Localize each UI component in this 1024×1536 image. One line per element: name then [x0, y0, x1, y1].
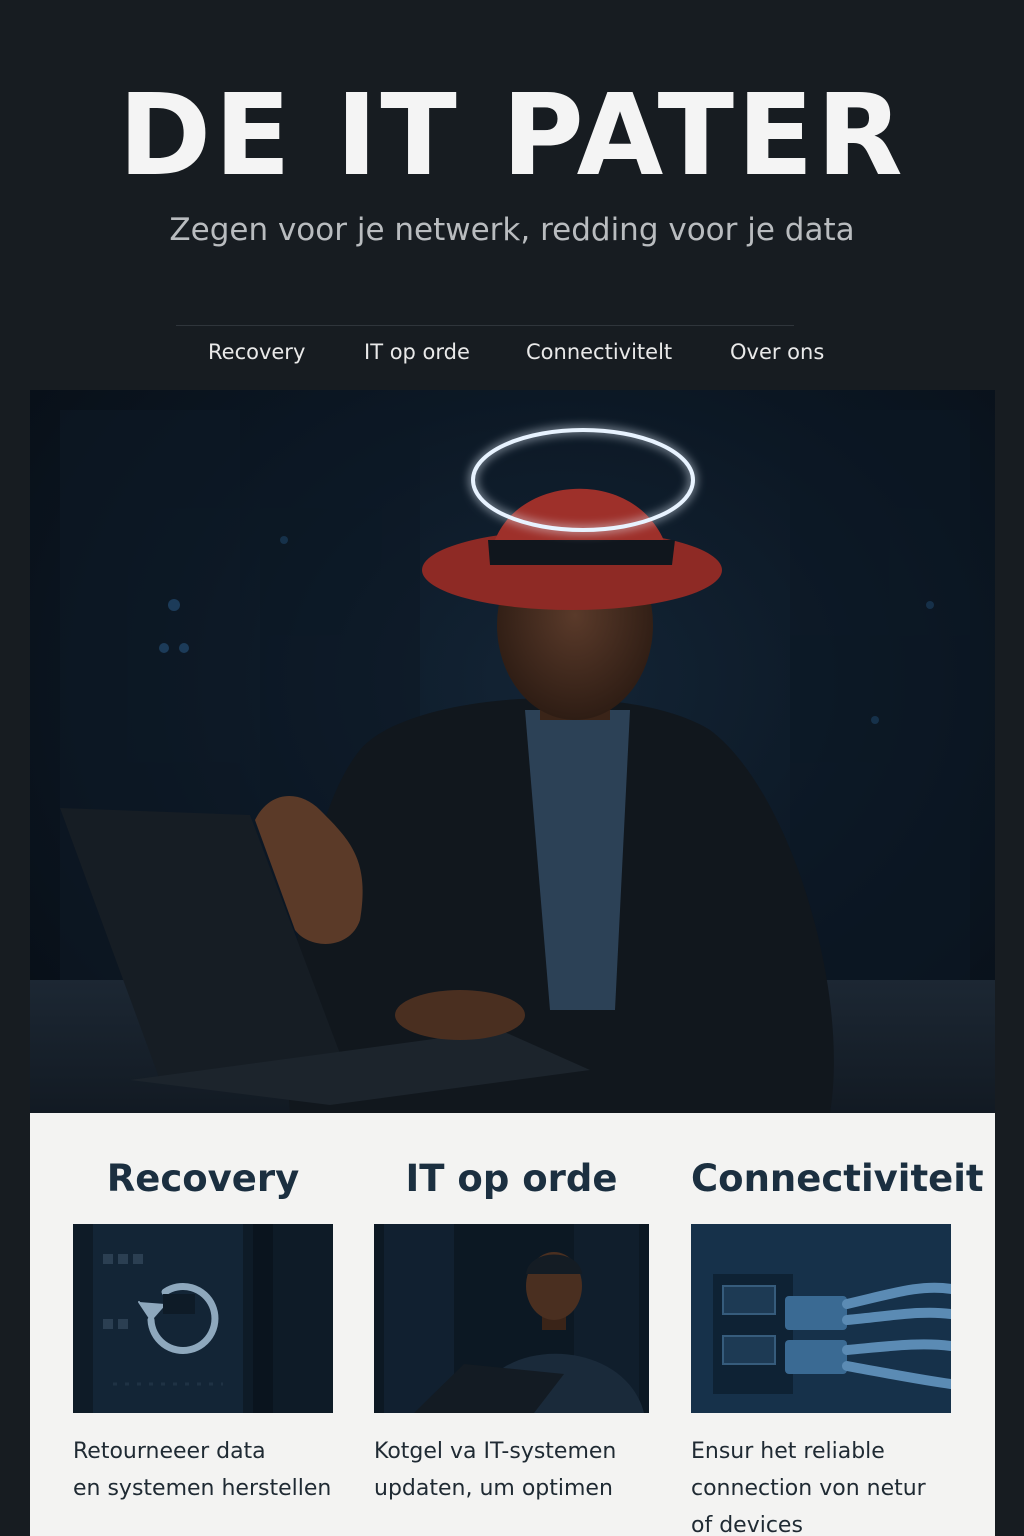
nav-item-connectiviteit[interactable]: Connectivitelt: [526, 340, 672, 364]
service-image-recovery: [73, 1224, 333, 1413]
service-image-connectiviteit: [691, 1224, 951, 1413]
nav-item-it-op-orde[interactable]: IT op orde: [364, 340, 470, 364]
service-title-connectiviteit: Connectiviteit: [691, 1157, 984, 1200]
nav-item-over-ons[interactable]: Over ons: [730, 340, 824, 364]
service-image-it-op-orde: [374, 1224, 649, 1413]
service-desc-recovery: Retourneeer data en systemen herstellen: [73, 1439, 332, 1501]
service-title-recovery: Recovery: [106, 1157, 300, 1200]
hero-image: [30, 390, 995, 1113]
service-desc-it-op-orde: Kotgel va IT-systemen updaten, um optime…: [374, 1439, 617, 1501]
site-title: DE IT PATER: [118, 71, 906, 201]
services-section: Recovery Retourneeer data en systemen he…: [30, 1113, 995, 1536]
service-title-it-op-orde: IT op orde: [405, 1157, 618, 1200]
nav-divider: [176, 325, 794, 326]
nav-item-recovery[interactable]: Recovery: [208, 340, 305, 364]
site-tagline: Zegen voor je netwerk, redding voor je d…: [169, 212, 855, 248]
service-desc-connectiviteit: Ensur het reliable connection von netur …: [691, 1439, 926, 1536]
main-nav: Recovery IT op orde Connectivitelt Over …: [176, 338, 848, 372]
